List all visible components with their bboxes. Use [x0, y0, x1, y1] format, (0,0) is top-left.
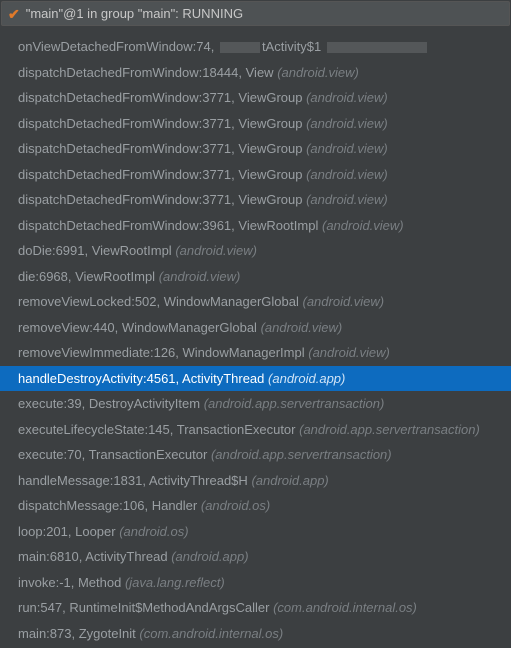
- frame-package: (java.lang.reflect): [125, 575, 225, 590]
- frame-method: execute:70, TransactionExecutor: [18, 447, 207, 462]
- frame-method: dispatchDetachedFromWindow:3771, ViewGro…: [18, 167, 302, 182]
- frame-package: (android.app.servertransaction): [299, 422, 480, 437]
- frame-package: (android.view): [306, 192, 388, 207]
- redacted-icon: [220, 42, 260, 53]
- frame-package: (android.view): [261, 320, 343, 335]
- frame-package: (android.view): [306, 116, 388, 131]
- frame-method: handleMessage:1831, ActivityThread$H: [18, 473, 248, 488]
- stack-frame[interactable]: dispatchDetachedFromWindow:3961, ViewRoo…: [0, 213, 511, 239]
- stack-frame[interactable]: run:547, RuntimeInit$MethodAndArgsCaller…: [0, 595, 511, 621]
- frame-package: (com.android.internal.os): [139, 626, 283, 641]
- frame-method: handleDestroyActivity:4561, ActivityThre…: [18, 371, 264, 386]
- frame-method: die:6968, ViewRootImpl: [18, 269, 155, 284]
- thread-header[interactable]: ✔ "main"@1 in group "main": RUNNING: [1, 1, 510, 26]
- frame-method: executeLifecycleState:145, TransactionEx…: [18, 422, 296, 437]
- stack-frame[interactable]: removeViewImmediate:126, WindowManagerIm…: [0, 340, 511, 366]
- frame-package: (android.app.servertransaction): [204, 396, 385, 411]
- frame-method: removeViewLocked:502, WindowManagerGloba…: [18, 294, 299, 309]
- frame-method: execute:39, DestroyActivityItem: [18, 396, 200, 411]
- frame-method: invoke:-1, Method: [18, 575, 121, 590]
- stack-frame[interactable]: dispatchDetachedFromWindow:3771, ViewGro…: [0, 187, 511, 213]
- frame-package: (android.view): [306, 167, 388, 182]
- thread-title: "main"@1 in group "main": RUNNING: [26, 6, 243, 21]
- stack-frame[interactable]: die:6968, ViewRootImpl (android.view): [0, 264, 511, 290]
- frame-method: dispatchMessage:106, Handler: [18, 498, 197, 513]
- frame-package: (android.app.servertransaction): [211, 447, 392, 462]
- stack-frame[interactable]: dispatchDetachedFromWindow:3771, ViewGro…: [0, 162, 511, 188]
- frame-method: main:6810, ActivityThread: [18, 549, 168, 564]
- stack-frame[interactable]: dispatchDetachedFromWindow:3771, ViewGro…: [0, 85, 511, 111]
- frame-method: removeViewImmediate:126, WindowManagerIm…: [18, 345, 305, 360]
- stack-frame[interactable]: dispatchDetachedFromWindow:18444, View (…: [0, 60, 511, 86]
- frame-method-tail: tActivity$1: [262, 39, 321, 54]
- stack-frame[interactable]: loop:201, Looper (android.os): [0, 519, 511, 545]
- frame-package: (android.view): [306, 141, 388, 156]
- frame-package: (android.app): [268, 371, 345, 386]
- stack-frame-list: onViewDetachedFromWindow:74, tActivity$1…: [0, 32, 511, 648]
- stack-frame[interactable]: execute:39, DestroyActivityItem (android…: [0, 391, 511, 417]
- stack-frame[interactable]: dispatchMessage:106, Handler (android.os…: [0, 493, 511, 519]
- frame-method: dispatchDetachedFromWindow:3771, ViewGro…: [18, 90, 302, 105]
- stack-frame[interactable]: dispatchDetachedFromWindow:3771, ViewGro…: [0, 111, 511, 137]
- redacted-icon: [327, 42, 427, 53]
- stack-frame[interactable]: invoke:-1, Method (java.lang.reflect): [0, 570, 511, 596]
- frame-method: dispatchDetachedFromWindow:3771, ViewGro…: [18, 192, 302, 207]
- frame-package: (android.app): [251, 473, 328, 488]
- frame-package: (android.os): [201, 498, 270, 513]
- frame-method: dispatchDetachedFromWindow:3771, ViewGro…: [18, 141, 302, 156]
- stack-frame[interactable]: removeViewLocked:502, WindowManagerGloba…: [0, 289, 511, 315]
- stack-frame[interactable]: main:873, ZygoteInit (com.android.intern…: [0, 621, 511, 647]
- frame-method: loop:201, Looper: [18, 524, 116, 539]
- stack-frame[interactable]: handleMessage:1831, ActivityThread$H (an…: [0, 468, 511, 494]
- stack-frame[interactable]: main:6810, ActivityThread (android.app): [0, 544, 511, 570]
- frame-package: (android.view): [302, 294, 384, 309]
- frame-package: (android.view): [306, 90, 388, 105]
- stack-frame[interactable]: executeLifecycleState:145, TransactionEx…: [0, 417, 511, 443]
- frame-package: (android.app): [171, 549, 248, 564]
- frame-package: (android.view): [322, 218, 404, 233]
- stack-frame[interactable]: onViewDetachedFromWindow:74, tActivity$1: [0, 34, 511, 60]
- frame-package: (android.view): [277, 65, 359, 80]
- frame-method: onViewDetachedFromWindow:74,: [18, 39, 214, 54]
- frame-method: main:873, ZygoteInit: [18, 626, 136, 641]
- frame-package: (com.android.internal.os): [273, 600, 417, 615]
- frame-method: dispatchDetachedFromWindow:18444, View: [18, 65, 274, 80]
- frame-method: doDie:6991, ViewRootImpl: [18, 243, 172, 258]
- stack-frame[interactable]: doDie:6991, ViewRootImpl (android.view): [0, 238, 511, 264]
- stack-frame[interactable]: execute:70, TransactionExecutor (android…: [0, 442, 511, 468]
- stack-frame[interactable]: handleDestroyActivity:4561, ActivityThre…: [0, 366, 511, 392]
- frame-package: (android.view): [159, 269, 241, 284]
- frame-method: removeView:440, WindowManagerGlobal: [18, 320, 257, 335]
- frame-method: dispatchDetachedFromWindow:3961, ViewRoo…: [18, 218, 318, 233]
- stack-frame[interactable]: removeView:440, WindowManagerGlobal (and…: [0, 315, 511, 341]
- frame-method: run:547, RuntimeInit$MethodAndArgsCaller: [18, 600, 269, 615]
- frame-package: (android.os): [119, 524, 188, 539]
- frame-package: (android.view): [308, 345, 390, 360]
- check-icon: ✔: [8, 7, 20, 21]
- frame-package: (android.view): [175, 243, 257, 258]
- stack-frame[interactable]: dispatchDetachedFromWindow:3771, ViewGro…: [0, 136, 511, 162]
- frame-method: dispatchDetachedFromWindow:3771, ViewGro…: [18, 116, 302, 131]
